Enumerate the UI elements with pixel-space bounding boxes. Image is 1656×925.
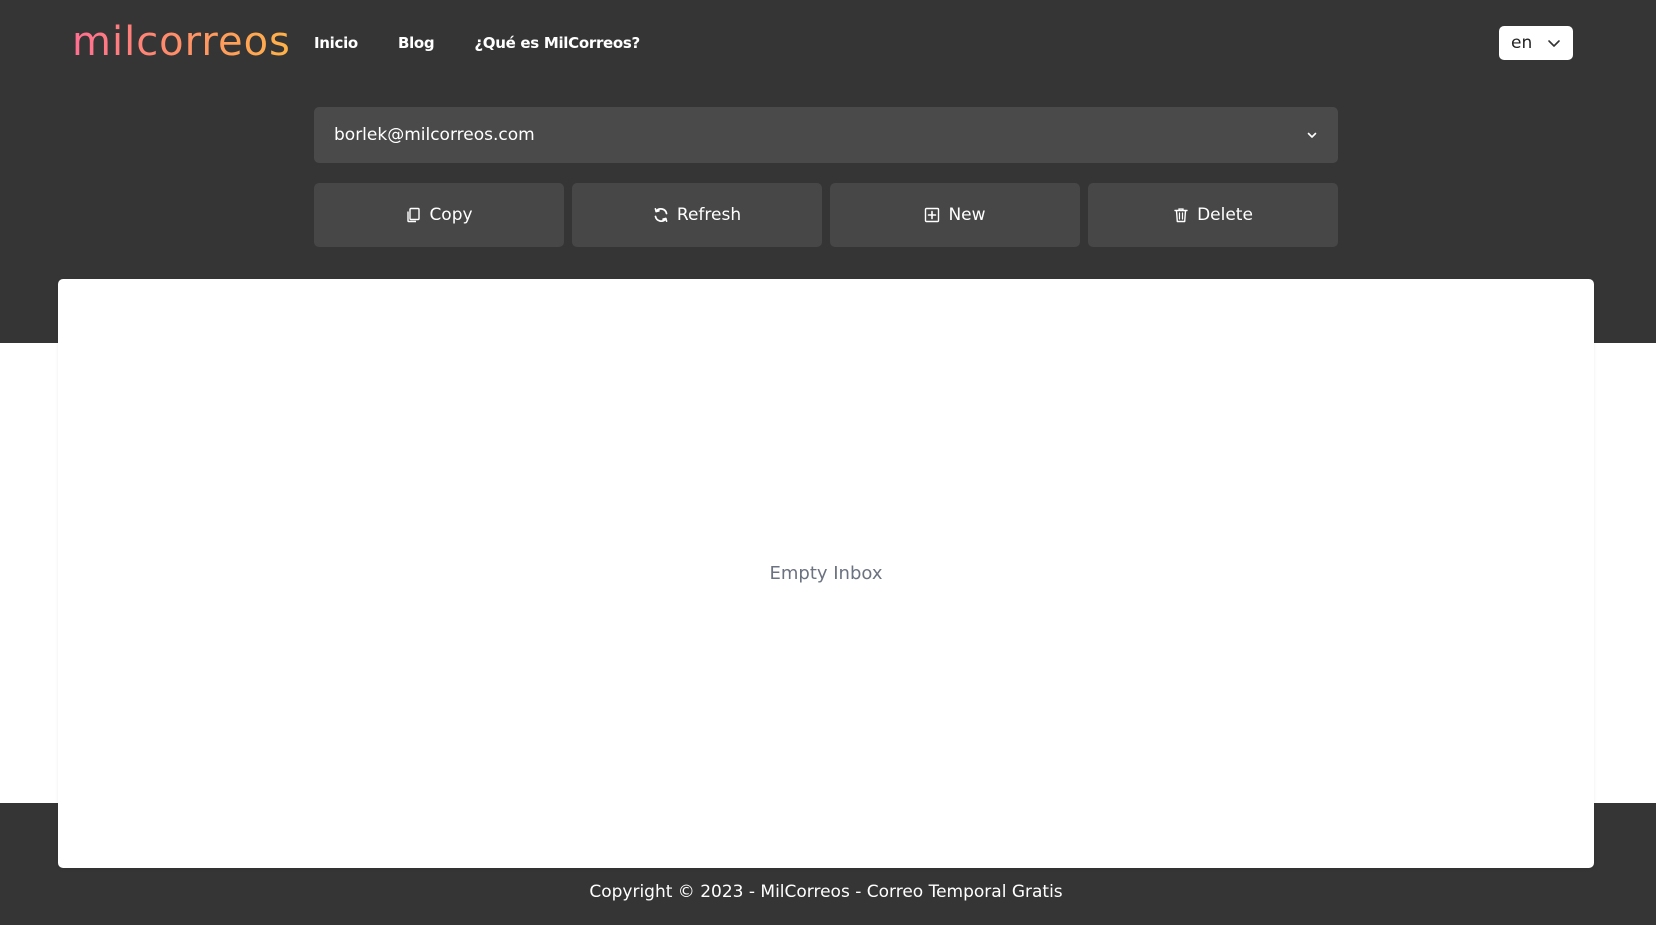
refresh-icon bbox=[654, 208, 668, 222]
language-select[interactable]: en bbox=[1499, 26, 1573, 60]
copy-button-label: Copy bbox=[429, 205, 473, 225]
copy-button[interactable]: Copy bbox=[314, 183, 564, 247]
main-nav: Inicio Blog ¿Qué es MilCorreos? bbox=[314, 30, 640, 56]
chevron-down-icon bbox=[1548, 40, 1560, 47]
inbox-panel: Empty Inbox bbox=[58, 279, 1594, 868]
mailbox-actions: Copy Refresh New Delete bbox=[314, 183, 1338, 247]
new-button-label: New bbox=[948, 205, 986, 225]
footer-copyright: Copyright © 2023 - MilCorreos - Correo T… bbox=[589, 882, 1063, 902]
copy-icon bbox=[407, 207, 421, 223]
refresh-button[interactable]: Refresh bbox=[572, 183, 822, 247]
nav-link-blog[interactable]: Blog bbox=[398, 34, 435, 52]
delete-button-label: Delete bbox=[1197, 205, 1253, 225]
trash-icon bbox=[1174, 208, 1188, 223]
delete-button[interactable]: Delete bbox=[1088, 183, 1338, 247]
plus-square-icon bbox=[925, 207, 940, 223]
language-value: en bbox=[1511, 33, 1533, 53]
chevron-down-icon bbox=[1307, 132, 1317, 138]
nav-link-inicio[interactable]: Inicio bbox=[314, 34, 358, 52]
refresh-button-label: Refresh bbox=[676, 205, 742, 225]
site-logo[interactable]: milcorreos bbox=[72, 17, 291, 67]
email-address-select[interactable]: borlek@milcorreos.com bbox=[314, 107, 1338, 163]
email-address-value: borlek@milcorreos.com bbox=[334, 125, 535, 145]
empty-inbox-message: Empty Inbox bbox=[769, 563, 883, 584]
nav-link-que-es[interactable]: ¿Qué es MilCorreos? bbox=[474, 34, 640, 52]
page: milcorreos Inicio Blog ¿Qué es MilCorreo… bbox=[0, 0, 1656, 925]
new-button[interactable]: New bbox=[830, 183, 1080, 247]
